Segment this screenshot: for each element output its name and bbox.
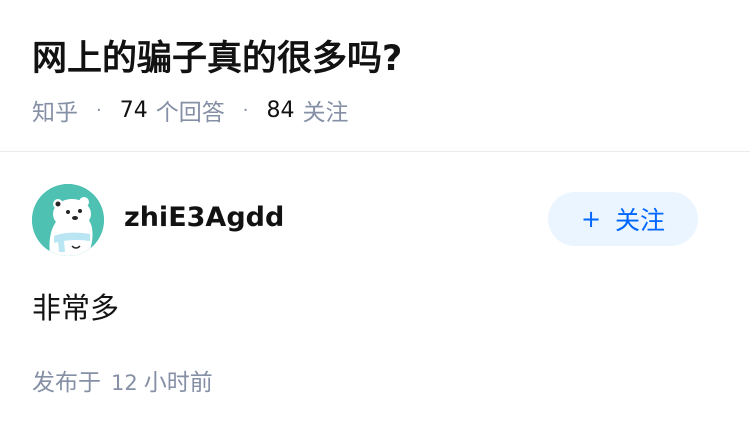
follow-button-label: 关注 [615,206,666,235]
follow-button[interactable]: + 关注 [548,192,698,246]
polar-bear-avatar-icon[interactable] [32,184,104,256]
answer-card: zhiE3Agdd + 关注 非常多 发布于 12 小时前 [0,152,750,434]
answer-publish-time: 发布于 12 小时前 [32,367,213,399]
question-meta: 知乎 · 74 个回答 · 84 关注 [32,93,349,127]
source-label[interactable]: 知乎 [32,93,78,127]
meta-separator: · [242,99,249,121]
publish-prefix: 发布于 [32,370,101,396]
question-title[interactable]: 网上的骗子真的很多吗? [32,36,402,82]
author-name[interactable]: zhiE3Agdd [124,200,284,236]
meta-separator: · [96,99,102,121]
follow-count: 84 [266,97,295,123]
answer-content[interactable]: 非常多 [32,288,119,328]
follow-count-label: 关注 [302,100,349,126]
question-header: 网上的骗子真的很多吗? 知乎 · 74 个回答 · 84 关注 [0,0,750,152]
plus-icon: + [580,205,602,233]
publish-time-value: 12 [111,371,138,395]
publish-time-unit: 小时前 [143,370,213,396]
answer-count: 74 [119,97,148,123]
answer-count-label: 个回答 [155,100,225,126]
